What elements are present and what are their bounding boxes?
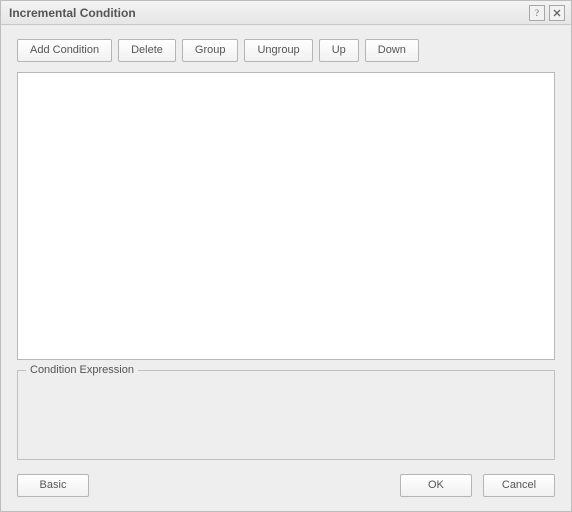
ungroup-button[interactable]: Ungroup: [244, 39, 312, 62]
condition-expression-group: Condition Expression: [17, 370, 555, 460]
ok-button[interactable]: OK: [400, 474, 472, 497]
help-icon[interactable]: ?: [529, 5, 545, 21]
toolbar: Add Condition Delete Group Ungroup Up Do…: [17, 39, 555, 62]
delete-button[interactable]: Delete: [118, 39, 176, 62]
footer: Basic OK Cancel: [17, 474, 555, 497]
up-button[interactable]: Up: [319, 39, 359, 62]
conditions-list[interactable]: [17, 72, 555, 360]
dialog-window: Incremental Condition ? Add Condition De…: [0, 0, 572, 512]
dialog-title: Incremental Condition: [9, 6, 525, 20]
group-button[interactable]: Group: [182, 39, 239, 62]
cancel-button[interactable]: Cancel: [483, 474, 555, 497]
basic-button[interactable]: Basic: [17, 474, 89, 497]
dialog-content: Add Condition Delete Group Ungroup Up Do…: [1, 25, 571, 511]
down-button[interactable]: Down: [365, 39, 419, 62]
close-icon[interactable]: [549, 5, 565, 21]
condition-expression-legend: Condition Expression: [26, 364, 138, 376]
titlebar: Incremental Condition ?: [1, 1, 571, 25]
add-condition-button[interactable]: Add Condition: [17, 39, 112, 62]
svg-text:?: ?: [535, 8, 539, 18]
